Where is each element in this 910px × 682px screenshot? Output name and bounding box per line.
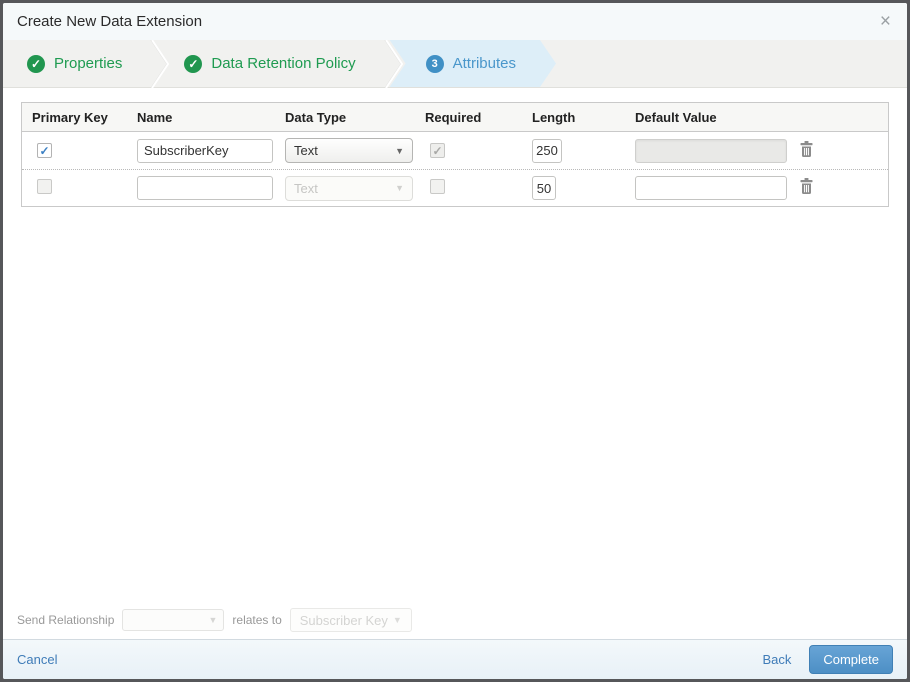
data-type-select[interactable]: Text ▼	[285, 138, 413, 163]
data-type-value: Text	[294, 180, 318, 196]
complete-button[interactable]: Complete	[809, 645, 893, 674]
default-value-input	[635, 138, 787, 163]
check-circle-icon: ✓	[184, 54, 203, 73]
step-attributes[interactable]: 3 Attributes	[390, 40, 556, 87]
cancel-link[interactable]: Cancel	[17, 652, 57, 667]
dialog-footer: Cancel Back Complete	[3, 639, 907, 679]
length-input[interactable]	[532, 176, 556, 200]
wizard-steps: ✓ Properties ✓ Data Retention Policy 3 A…	[3, 40, 907, 88]
header-required: Required	[425, 109, 482, 125]
chevron-down-icon: ▼	[392, 615, 402, 625]
relates-to-value: Subscriber Key	[299, 612, 388, 628]
data-type-value: Text	[294, 143, 318, 158]
table-row: Text ▼	[22, 169, 888, 206]
create-data-extension-dialog: Create New Data Extension × ✓ Properties…	[0, 0, 910, 682]
check-circle-icon: ✓	[27, 54, 45, 73]
chevron-down-icon: ▼	[395, 183, 404, 193]
header-default-value: Default Value	[635, 109, 717, 125]
send-relationship-select: ▼	[122, 609, 225, 631]
default-value-input[interactable]	[635, 176, 787, 200]
name-input[interactable]	[137, 138, 273, 163]
dialog-titlebar: Create New Data Extension ×	[3, 3, 907, 40]
back-link[interactable]: Back	[762, 652, 791, 667]
chevron-down-icon: ▼	[208, 615, 218, 625]
required-checkbox[interactable]	[430, 179, 445, 194]
send-relationship-label: Send Relationship	[17, 613, 115, 627]
dialog-title: Create New Data Extension	[17, 13, 203, 30]
step-properties-label: Properties	[54, 55, 123, 72]
trash-icon	[800, 178, 813, 194]
header-name: Name	[137, 109, 173, 125]
step-number-badge: 3	[426, 55, 444, 73]
chevron-down-icon: ▼	[395, 145, 404, 156]
close-icon[interactable]: ×	[878, 12, 893, 31]
header-primary-key: Primary Key	[32, 109, 108, 125]
required-checkbox: ✓	[430, 143, 445, 159]
primary-key-checkbox[interactable]: ✓	[37, 143, 52, 159]
delete-row-button[interactable]	[797, 176, 816, 200]
send-relationship-row: Send Relationship ▼ relates to Subscribe…	[17, 608, 412, 632]
relates-to-select: Subscriber Key ▼	[289, 608, 412, 632]
step-data-retention-policy[interactable]: ✓ Data Retention Policy	[170, 40, 381, 87]
length-input[interactable]	[532, 138, 562, 163]
data-type-select: Text ▼	[285, 175, 413, 201]
trash-icon	[800, 140, 813, 157]
step-properties[interactable]: ✓ Properties	[13, 40, 148, 87]
table-row: ✓ Text ▼ ✓	[22, 132, 888, 169]
relates-to-label: relates to	[232, 613, 282, 627]
step-data-retention-label: Data Retention Policy	[211, 55, 356, 72]
table-header-row: Primary Key Name Data Type Required Leng…	[22, 103, 888, 132]
header-length: Length	[532, 109, 576, 125]
step-separator-icon	[150, 40, 170, 88]
delete-row-button[interactable]	[797, 139, 816, 163]
primary-key-checkbox[interactable]	[37, 179, 52, 194]
name-input[interactable]	[137, 176, 273, 200]
attributes-table: Primary Key Name Data Type Required Leng…	[21, 102, 889, 207]
header-data-type: Data Type	[285, 109, 347, 125]
step-attributes-label: Attributes	[452, 55, 516, 72]
